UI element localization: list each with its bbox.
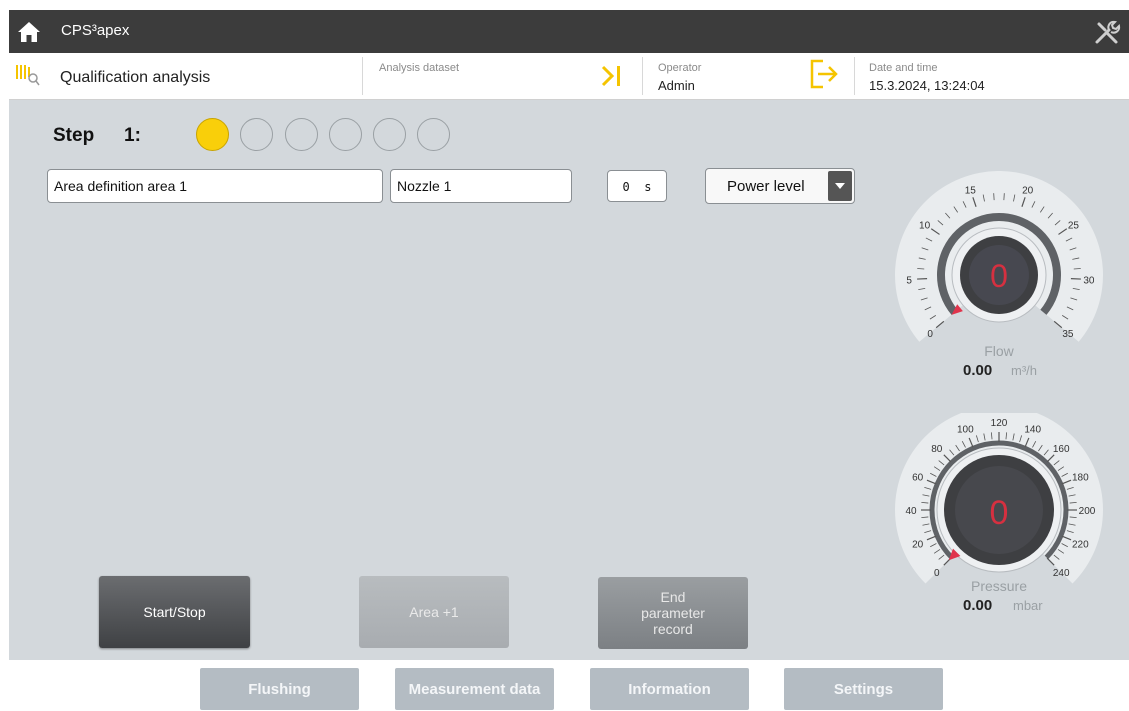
home-button[interactable]	[9, 10, 49, 53]
pressure-tick-label: 140	[1024, 425, 1041, 436]
flow-caption: Flow	[984, 343, 1014, 359]
flow-tick-label: 10	[919, 220, 931, 231]
step-indicator-6	[417, 118, 450, 151]
operator-label: Operator	[658, 62, 702, 74]
pressure-unit: mbar	[1013, 598, 1043, 613]
datetime-label: Date and time	[869, 62, 938, 74]
flow-tick-label: 15	[965, 186, 977, 197]
dropdown-toggle[interactable]	[828, 171, 852, 201]
settings-button[interactable]: Settings	[784, 668, 943, 710]
step-label: Step	[53, 125, 95, 146]
separator	[362, 57, 363, 95]
app-title: CPS³apex	[61, 22, 130, 39]
power-level-dropdown[interactable]: Power level	[705, 168, 855, 204]
separator	[642, 57, 643, 95]
tools-icon	[1095, 20, 1121, 44]
flow-tick-label: 35	[1062, 329, 1074, 340]
pressure-tick-label: 180	[1072, 472, 1089, 483]
skip-to-end-icon[interactable]	[597, 61, 627, 91]
step-indicator-4	[329, 118, 362, 151]
main-panel: Step 1: Area definition area 1 Nozzle 1 …	[9, 100, 1129, 660]
information-button[interactable]: Information	[590, 668, 749, 710]
pressure-tick-label: 80	[931, 444, 943, 455]
flow-tick-mark	[1073, 268, 1081, 270]
step-indicator-3	[285, 118, 318, 151]
power-level-label: Power level	[727, 178, 805, 195]
pressure-tick-label: 160	[1053, 444, 1070, 455]
info-bar: Qualification analysis Analysis dataset …	[9, 53, 1129, 100]
pressure-reading: 0.00	[963, 597, 993, 614]
datetime-value: 15.3.2024, 13:24:04	[869, 78, 985, 93]
time-field[interactable]: 0 s	[607, 170, 667, 202]
flow-tick-label: 0	[927, 329, 933, 340]
pressure-tick-label: 60	[912, 472, 924, 483]
module-title: Qualification analysis	[60, 69, 211, 86]
step-indicator-5	[373, 118, 406, 151]
end-parameter-record-button[interactable]: End parameter record	[598, 577, 748, 649]
pressure-tick-label: 200	[1079, 506, 1096, 517]
pressure-tick-label: 20	[912, 540, 924, 551]
area-name-field[interactable]: Area definition area 1	[47, 169, 383, 203]
title-bar: CPS³apex	[9, 10, 1129, 53]
flow-unit: m³/h	[1011, 363, 1037, 378]
operator-value: Admin	[658, 78, 695, 93]
measurement-data-button[interactable]: Measurement data	[395, 668, 554, 710]
flow-tick-label: 30	[1083, 276, 1095, 287]
area-plus-button[interactable]: Area +1	[359, 576, 509, 648]
flow-tick-mark	[917, 268, 925, 270]
home-icon	[18, 21, 40, 42]
nozzle-field[interactable]: Nozzle 1	[390, 169, 572, 203]
pressure-tick-label: 40	[905, 506, 917, 517]
logout-icon[interactable]	[809, 57, 839, 91]
chevron-down-icon	[835, 183, 845, 189]
tools-button[interactable]	[1091, 15, 1123, 47]
analysis-dataset-label: Analysis dataset	[379, 62, 460, 74]
flow-tick-label: 5	[906, 276, 912, 287]
pressure-tick-label: 100	[957, 425, 974, 436]
pressure-gauge: 020406080100120140160180200220240 0	[895, 413, 1103, 584]
flow-dial-value: 0	[990, 258, 1008, 294]
step-indicator-1	[196, 118, 229, 151]
pressure-tick-label: 220	[1072, 540, 1089, 551]
flushing-button[interactable]: Flushing	[200, 668, 359, 710]
time-unit: s	[644, 180, 652, 194]
flow-tick-label: 20	[1022, 186, 1034, 197]
flow-reading: 0.00	[963, 362, 993, 379]
step-indicator-2	[240, 118, 273, 151]
pressure-dial-value: 0	[990, 494, 1009, 532]
pressure-tick-label: 120	[991, 418, 1008, 429]
separator	[854, 57, 855, 95]
pressure-caption: Pressure	[970, 578, 1028, 594]
step-number: 1:	[124, 125, 141, 146]
bottom-navigation: Flushing Measurement data Information Se…	[0, 660, 1129, 711]
time-value: 0	[622, 180, 630, 194]
start-stop-button[interactable]: Start/Stop	[99, 576, 250, 648]
flow-tick-label: 25	[1068, 220, 1080, 231]
qualification-analysis-icon	[16, 65, 40, 86]
